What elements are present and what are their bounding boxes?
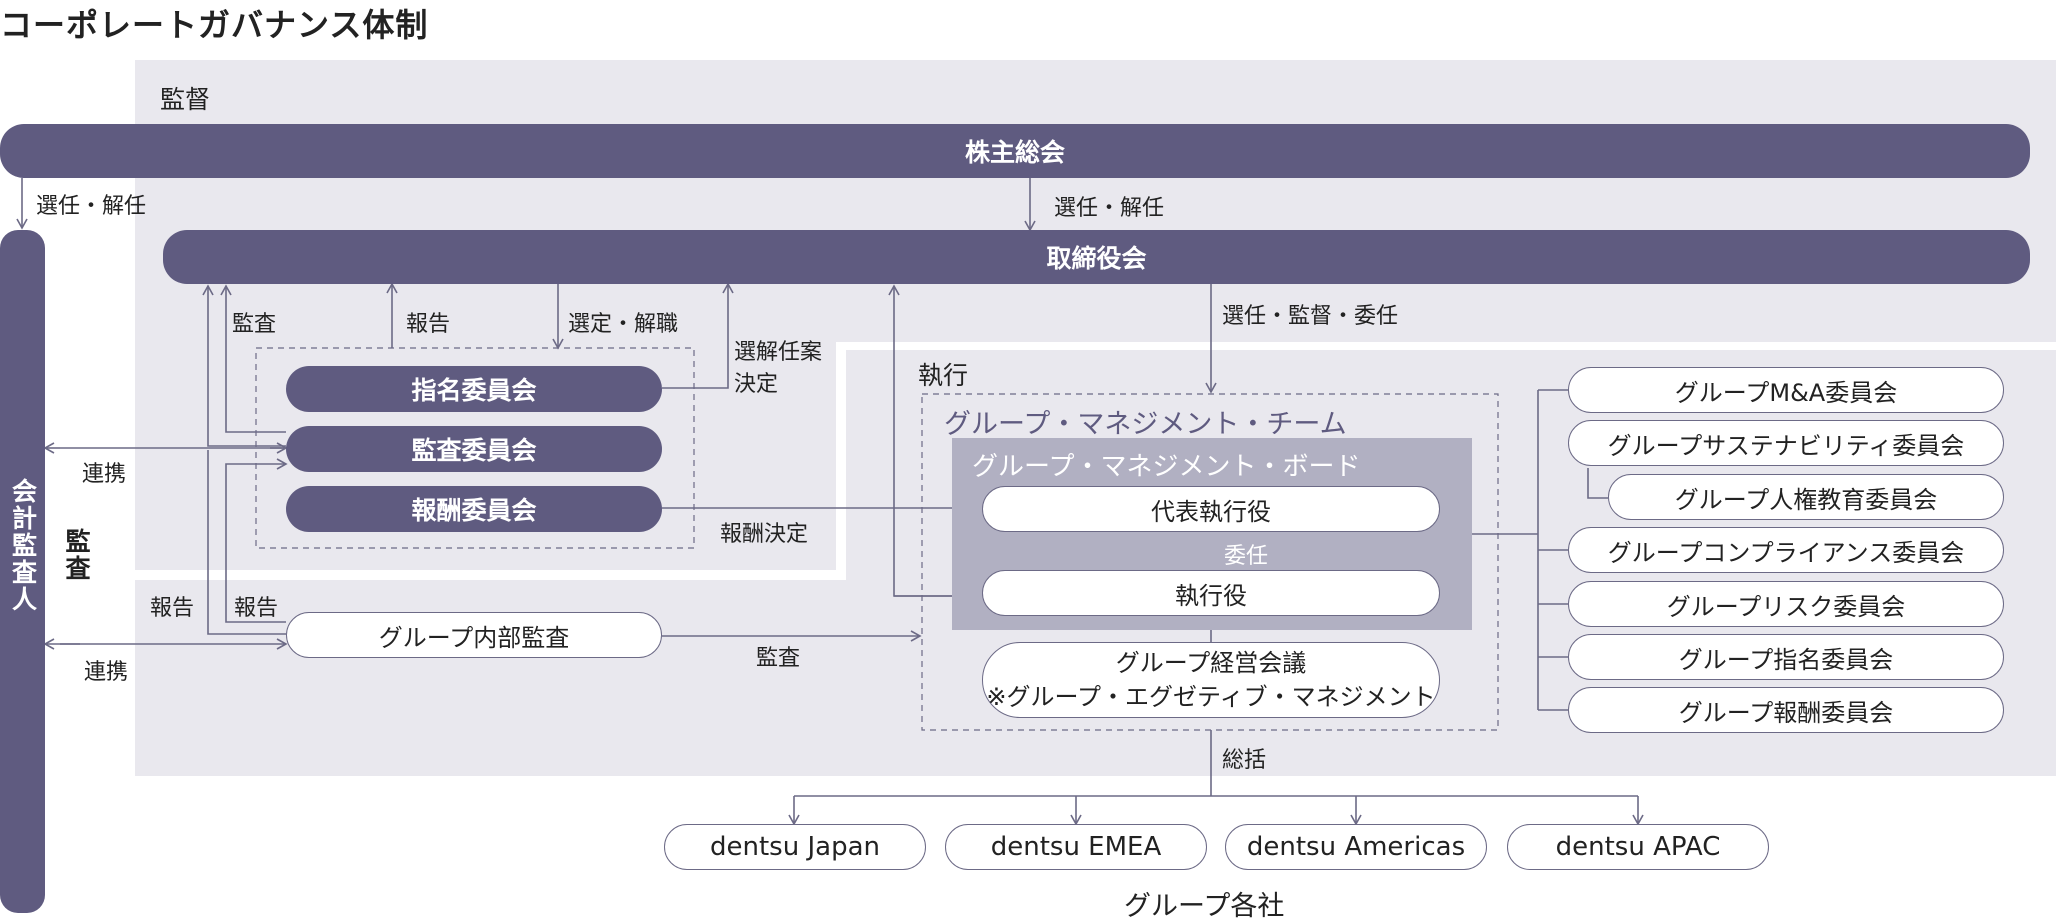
label-audit-bottom: 監査 <box>756 646 801 671</box>
label-report-right: 報告 <box>234 596 279 621</box>
board-of-directors-bar: 取締役会 <box>163 230 2030 284</box>
governance-diagram: コーポレートガバナンス体制 監督 執行 株主総会 取締役会 会計監査人 監査 指… <box>0 0 2056 922</box>
region-dentsu-japan: dentsu Japan <box>664 824 926 870</box>
label-audit: 監査 <box>232 312 277 337</box>
group-human-rights-committee: グループ人権教育委員会 <box>1608 474 2004 520</box>
nomination-committee: 指名委員会 <box>286 366 662 412</box>
audit-committee: 監査委員会 <box>286 426 662 472</box>
accounting-auditor-label: 会計監査人 <box>8 478 38 613</box>
group-internal-audit: グループ内部監査 <box>286 612 662 658</box>
label-report-left: 報告 <box>150 596 195 621</box>
executive-officer: 執行役 <box>982 570 1440 616</box>
group-ma-committee: グループM&A委員会 <box>1568 367 2004 413</box>
section-label-supervision: 監督 <box>160 85 211 114</box>
label-cooperation-bottom: 連携 <box>84 660 129 685</box>
shareholders-meeting-bar: 株主総会 <box>0 124 2030 178</box>
label-proposal-line2: 決定 <box>734 372 779 397</box>
page-title: コーポレートガバナンス体制 <box>0 6 429 44</box>
label-elect-supervise-delegate: 選任・監督・委任 <box>1222 304 1399 329</box>
label-proposal-line1: 選解任案 <box>734 340 823 365</box>
label-select-dismiss: 選定・解職 <box>568 312 679 337</box>
executive-meeting-note: ※グループ・エグゼティブ・マネジメント <box>986 683 1436 711</box>
management-team-label: グループ・マネジメント・チーム <box>944 409 1347 440</box>
label-report: 報告 <box>406 312 451 337</box>
group-companies-label: グループ各社 <box>1124 891 1285 922</box>
representative-executive-officer: 代表執行役 <box>982 486 1440 532</box>
label-compensation-decision: 報酬決定 <box>720 522 809 547</box>
group-compliance-committee: グループコンプライアンス委員会 <box>1568 527 2004 573</box>
region-dentsu-emea: dentsu EMEA <box>945 824 1207 870</box>
group-sustainability-committee: グループサステナビリティ委員会 <box>1568 420 2004 466</box>
management-board-label: グループ・マネジメント・ボード <box>972 452 1361 482</box>
label-elect-dismiss-left: 選任・解任 <box>36 194 147 219</box>
region-dentsu-americas: dentsu Americas <box>1225 824 1487 870</box>
label-elect-dismiss-center: 選任・解任 <box>1054 196 1165 221</box>
group-executive-meeting: グループ経営会議 ※グループ・エグゼティブ・マネジメント <box>982 642 1440 718</box>
section-label-execution: 執行 <box>918 361 969 390</box>
group-compensation-committee: グループ報酬委員会 <box>1568 687 2004 733</box>
group-nomination-committee: グループ指名委員会 <box>1568 634 2004 680</box>
accounting-auditor-bar: 会計監査人 <box>0 230 45 913</box>
group-risk-committee: グループリスク委員会 <box>1568 581 2004 627</box>
label-cooperation-top: 連携 <box>82 462 127 487</box>
audit-side-label: 監査 <box>62 528 91 582</box>
region-dentsu-apac: dentsu APAC <box>1507 824 1769 870</box>
label-oversight: 総括 <box>1222 748 1267 773</box>
compensation-committee: 報酬委員会 <box>286 486 662 532</box>
executive-meeting-title: グループ経営会議 <box>1115 649 1307 677</box>
delegation-label: 委任 <box>1224 544 1269 569</box>
